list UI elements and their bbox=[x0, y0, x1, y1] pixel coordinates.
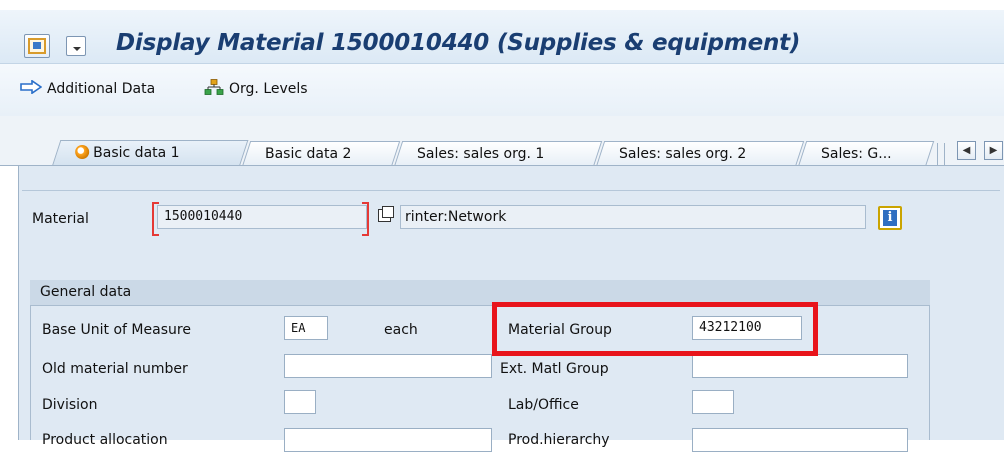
info-icon: i bbox=[883, 210, 897, 226]
division-label: Division bbox=[42, 397, 98, 413]
material-label: Material bbox=[32, 211, 89, 227]
additional-data-button[interactable]: Additional Data bbox=[20, 78, 155, 100]
old-material-number-label: Old material number bbox=[42, 361, 188, 377]
application-toolbar: Additional Data Org. Levels bbox=[0, 64, 1004, 117]
tab-list-separator bbox=[937, 143, 945, 165]
product-allocation-label: Product allocation bbox=[42, 432, 168, 448]
ext-matl-group-label: Ext. Matl Group bbox=[500, 361, 609, 377]
tab-label: Basic data 1 bbox=[93, 145, 180, 161]
tab-sales-org-1[interactable]: Sales: sales org. 1 bbox=[393, 141, 603, 167]
material-group-highlight-box bbox=[492, 302, 818, 356]
tab-basic-data-2[interactable]: Basic data 2 bbox=[241, 141, 401, 167]
menu-dropdown-button[interactable] bbox=[66, 36, 86, 56]
sap-system-icon[interactable] bbox=[24, 34, 50, 58]
arrow-right-icon bbox=[20, 79, 43, 98]
tab-label: Sales: sales org. 1 bbox=[417, 146, 545, 162]
org-levels-label: Org. Levels bbox=[229, 81, 308, 97]
content-left-border bbox=[18, 166, 19, 440]
prod-hierarchy-field[interactable] bbox=[692, 428, 908, 452]
old-material-number-field[interactable] bbox=[284, 354, 492, 378]
general-data-title: General data bbox=[40, 284, 132, 300]
material-description-field[interactable]: rinter:Network bbox=[400, 205, 866, 229]
prod-hierarchy-label: Prod.hierarchy bbox=[508, 432, 610, 448]
tab-sales-general[interactable]: Sales: G... bbox=[797, 141, 935, 167]
tab-scroll-right-button[interactable]: ▶ bbox=[984, 141, 1003, 160]
lab-office-label: Lab/Office bbox=[508, 397, 579, 413]
window-title: Display Material 1500010440 (Supplies & … bbox=[116, 30, 801, 56]
tab-label: Sales: sales org. 2 bbox=[619, 146, 747, 162]
title-bar: Display Material 1500010440 (Supplies & … bbox=[0, 10, 1004, 64]
division-field[interactable] bbox=[284, 390, 316, 414]
active-tab-indicator-icon bbox=[75, 145, 90, 159]
additional-data-label: Additional Data bbox=[47, 81, 156, 97]
material-header-section bbox=[22, 190, 1000, 272]
org-levels-button[interactable]: Org. Levels bbox=[204, 78, 308, 100]
base-uom-text: each bbox=[384, 322, 418, 338]
lab-office-field[interactable] bbox=[692, 390, 734, 414]
product-allocation-field[interactable] bbox=[284, 428, 492, 452]
info-button[interactable]: i bbox=[878, 206, 902, 230]
tab-scroll-left-button[interactable]: ◀ bbox=[957, 141, 976, 160]
base-uom-label: Base Unit of Measure bbox=[42, 322, 191, 338]
chevron-right-icon: ▶ bbox=[989, 145, 998, 156]
org-structure-icon bbox=[204, 79, 224, 99]
clipped-text-row bbox=[0, 0, 1004, 10]
tab-basic-data-1[interactable]: Basic data 1 bbox=[51, 140, 249, 167]
tab-sales-org-2[interactable]: Sales: sales org. 2 bbox=[595, 141, 805, 167]
content-left-margin bbox=[0, 166, 18, 440]
base-uom-field[interactable]: EA bbox=[284, 316, 328, 340]
ext-matl-group-field[interactable] bbox=[692, 354, 908, 378]
material-number-field[interactable]: 1500010440 bbox=[157, 205, 367, 229]
chevron-left-icon: ◀ bbox=[962, 145, 971, 156]
tab-label: Sales: G... bbox=[821, 146, 892, 162]
tab-label: Basic data 2 bbox=[265, 146, 352, 162]
copy-icon[interactable] bbox=[378, 206, 394, 222]
